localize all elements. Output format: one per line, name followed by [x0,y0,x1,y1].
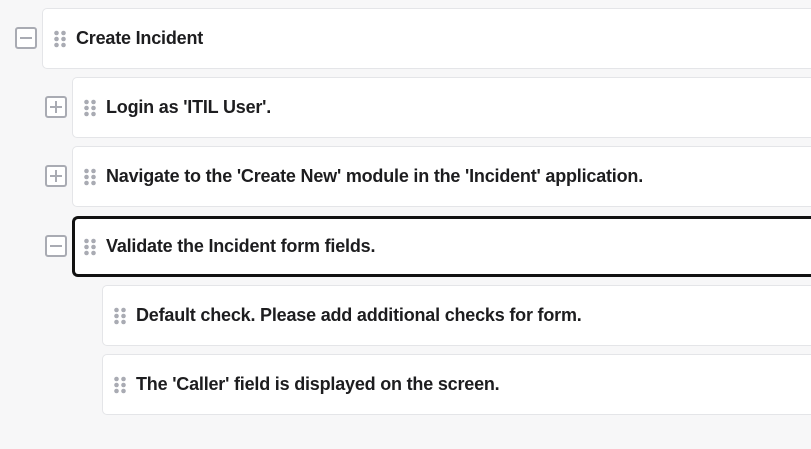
drag-handle-icon[interactable] [83,99,97,117]
step-label: Login as 'ITIL User'. [106,97,272,117]
step-row-validate-selected[interactable]: Validate the Incident form fields. [72,216,811,277]
test-case-row-create-incident[interactable]: Create Incident [42,8,811,69]
check-row-caller-field[interactable]: The 'Caller' field is displayed on the s… [102,354,811,415]
drag-handle-icon[interactable] [113,307,127,325]
collapse-toggle-create-incident[interactable] [15,27,37,49]
step-row-login[interactable]: Login as 'ITIL User'. [72,77,811,138]
expand-toggle-navigate[interactable] [45,165,67,187]
drag-handle-icon[interactable] [83,238,97,256]
plus-icon [50,170,62,182]
plus-icon [50,101,62,113]
step-label: Navigate to the 'Create New' module in t… [106,166,644,186]
check-label: Default check. Please add additional che… [136,305,582,325]
minus-icon [20,37,32,39]
check-row-default[interactable]: Default check. Please add additional che… [102,285,811,346]
minus-icon [50,245,62,247]
step-row-navigate[interactable]: Navigate to the 'Create New' module in t… [72,146,811,207]
drag-handle-icon[interactable] [113,376,127,394]
drag-handle-icon[interactable] [53,30,67,48]
step-label: Create Incident [76,28,204,48]
check-label: The 'Caller' field is displayed on the s… [136,374,500,394]
collapse-toggle-validate[interactable] [45,235,67,257]
step-label: Validate the Incident form fields. [106,236,376,256]
expand-toggle-login[interactable] [45,96,67,118]
drag-handle-icon[interactable] [83,168,97,186]
